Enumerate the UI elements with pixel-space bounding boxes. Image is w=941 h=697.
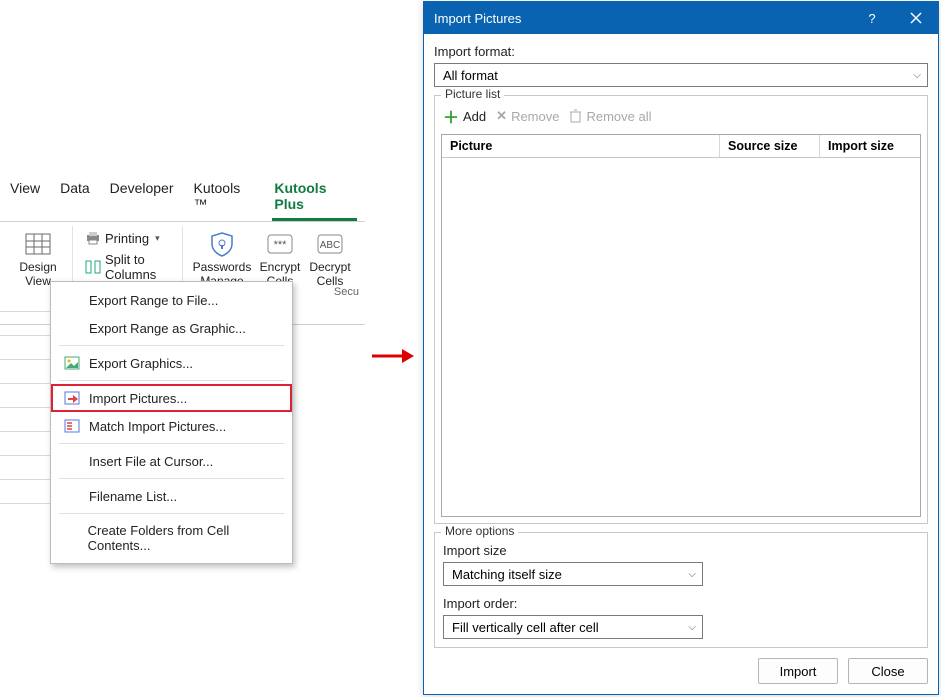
grid-icon	[24, 230, 52, 258]
col-source-size[interactable]: Source size	[720, 135, 820, 157]
decrypt-label: Decrypt Cells	[309, 260, 350, 288]
add-label: Add	[463, 109, 486, 124]
import-export-menu: Export Range to File... Export Range as …	[50, 281, 293, 564]
col-picture[interactable]: Picture	[442, 135, 720, 157]
menu-label: Export Range as Graphic...	[89, 321, 246, 336]
tab-kutools-plus[interactable]: Kutools Plus	[272, 178, 357, 221]
printing-label: Printing	[105, 231, 149, 246]
picture-table[interactable]: Picture Source size Import size	[441, 134, 921, 517]
remove-label: Remove	[511, 109, 559, 124]
import-button[interactable]: Import	[758, 658, 838, 684]
menu-export-range-file[interactable]: Export Range to File...	[51, 286, 292, 314]
chevron-down-icon: ⌵	[688, 569, 696, 580]
match-import-icon	[63, 418, 81, 434]
printing-button[interactable]: Printing ▾	[79, 228, 176, 248]
svg-text:***: ***	[274, 239, 288, 251]
plus-icon: ＋	[443, 104, 459, 128]
blank-icon	[63, 488, 81, 504]
menu-label: Insert File at Cursor...	[89, 454, 213, 469]
blank-icon	[63, 292, 81, 308]
close-window-button[interactable]	[894, 2, 938, 34]
add-button[interactable]: ＋ Add	[443, 104, 486, 128]
menu-filename-list[interactable]: Filename List...	[51, 482, 292, 510]
menu-label: Filename List...	[89, 489, 177, 504]
close-icon	[910, 12, 922, 24]
excel-ribbon-area: View Data Developer Kutools ™ Kutools Pl…	[0, 176, 365, 325]
menu-import-pictures[interactable]: Import Pictures...	[51, 384, 292, 412]
menu-separator	[59, 345, 284, 346]
table-header: Picture Source size Import size	[442, 135, 920, 158]
dialog-footer: Import Close	[424, 648, 938, 694]
ribbon-tabs: View Data Developer Kutools ™ Kutools Pl…	[0, 176, 365, 221]
spreadsheet-grid	[0, 288, 52, 688]
import-order-label: Import order:	[443, 596, 919, 611]
shield-icon	[208, 230, 236, 258]
menu-label: Export Range to File...	[89, 293, 218, 308]
chevron-down-icon: ⌵	[688, 622, 696, 633]
menu-export-range-graphic[interactable]: Export Range as Graphic...	[51, 314, 292, 342]
picture-list-toolbar: ＋ Add ✕ Remove Remove all	[441, 100, 921, 134]
printer-icon	[85, 230, 101, 246]
menu-label: Import Pictures...	[89, 391, 187, 406]
menu-separator	[59, 478, 284, 479]
import-pictures-dialog: Import Pictures ? Import format: All for…	[423, 1, 939, 695]
menu-separator	[59, 513, 284, 514]
picture-list-fieldset: Picture list ＋ Add ✕ Remove Remove all P…	[434, 95, 928, 524]
menu-label: Export Graphics...	[89, 356, 193, 371]
import-format-select[interactable]: All format ⌵	[434, 63, 928, 87]
menu-insert-file-cursor[interactable]: Insert File at Cursor...	[51, 447, 292, 475]
import-size-value: Matching itself size	[452, 567, 562, 582]
dialog-title: Import Pictures	[434, 11, 850, 26]
menu-match-import-pictures[interactable]: Match Import Pictures...	[51, 412, 292, 440]
remove-button[interactable]: ✕ Remove	[496, 104, 559, 128]
menu-separator	[59, 443, 284, 444]
help-button[interactable]: ?	[850, 2, 894, 34]
import-size-label: Import size	[443, 543, 919, 558]
table-body	[442, 158, 920, 516]
split-columns-button[interactable]: Split to Columns	[79, 250, 176, 284]
col-import-size[interactable]: Import size	[820, 135, 920, 157]
import-order-select[interactable]: Fill vertically cell after cell ⌵	[443, 615, 703, 639]
help-icon: ?	[868, 11, 875, 26]
blank-icon	[63, 453, 81, 469]
picture-list-label: Picture list	[441, 87, 504, 101]
import-picture-icon	[63, 390, 81, 406]
more-options-label: More options	[441, 524, 518, 538]
encrypt-icon: ***	[266, 230, 294, 258]
decrypt-icon: ABC	[316, 230, 344, 258]
menu-separator	[59, 380, 284, 381]
tab-developer[interactable]: Developer	[108, 178, 176, 221]
menu-label: Create Folders from Cell Contents...	[88, 523, 280, 553]
group-security-label: Secu	[334, 286, 359, 298]
remove-all-label: Remove all	[586, 109, 651, 124]
dialog-titlebar[interactable]: Import Pictures ?	[424, 2, 938, 34]
tab-view[interactable]: View	[8, 178, 42, 221]
blank-icon	[63, 530, 80, 546]
blank-icon	[63, 320, 81, 336]
arrow-right-icon	[370, 346, 414, 366]
import-size-select[interactable]: Matching itself size ⌵	[443, 562, 703, 586]
x-icon: ✕	[496, 108, 507, 124]
picture-icon	[63, 355, 81, 371]
chevron-down-icon: ⌵	[913, 70, 921, 81]
trash-icon	[569, 109, 582, 123]
remove-all-button[interactable]: Remove all	[569, 104, 651, 128]
menu-label: Match Import Pictures...	[89, 419, 226, 434]
more-options-fieldset: More options Import size Matching itself…	[434, 532, 928, 648]
import-format-value: All format	[443, 68, 498, 83]
svg-text:ABC: ABC	[320, 240, 341, 251]
menu-export-graphics[interactable]: Export Graphics...	[51, 349, 292, 377]
split-columns-label: Split to Columns	[105, 252, 170, 282]
chevron-down-icon: ▾	[155, 233, 160, 244]
split-columns-icon	[85, 259, 101, 275]
tab-kutools[interactable]: Kutools ™	[192, 178, 257, 221]
tab-data[interactable]: Data	[58, 178, 92, 221]
dialog-body: Import format: All format ⌵ Picture list…	[424, 34, 938, 648]
close-button[interactable]: Close	[848, 658, 928, 684]
import-format-label: Import format:	[434, 44, 928, 59]
menu-create-folders[interactable]: Create Folders from Cell Contents...	[51, 517, 292, 559]
import-order-value: Fill vertically cell after cell	[452, 620, 599, 635]
